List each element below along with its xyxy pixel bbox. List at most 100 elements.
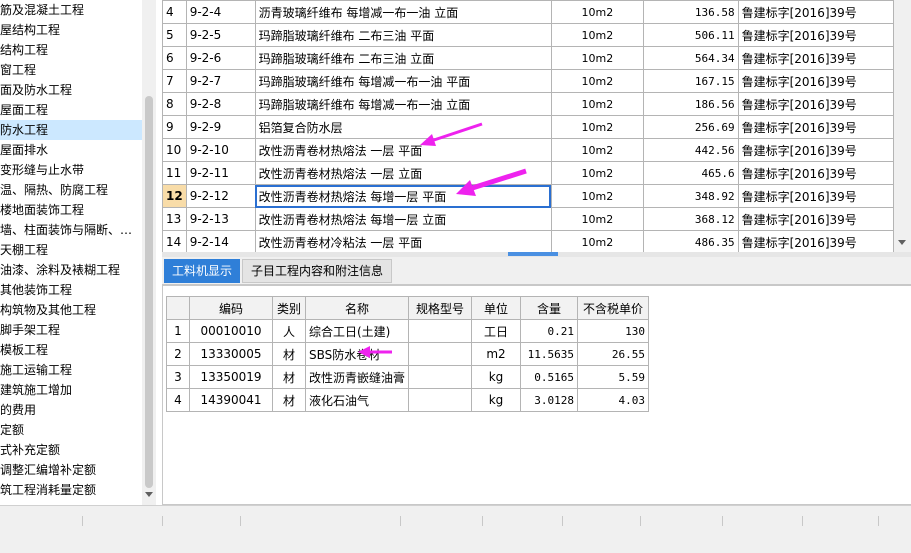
quota-code[interactable]: 9-2-4	[185, 0, 256, 24]
quota-unit[interactable]: 10m2	[550, 207, 645, 231]
tree-scrollbar[interactable]	[142, 0, 156, 505]
quota-price[interactable]: 442.56	[643, 138, 739, 162]
resource-name[interactable]: SBS防水卷材	[304, 342, 410, 366]
tree-item[interactable]: 屋面工程	[0, 100, 48, 120]
quota-row[interactable]: 13 9-2-13 改性沥青卷材热熔法 每增一层 立面 10m2 368.12 鲁建标字[…	[162, 207, 894, 231]
tree-item[interactable]: 温、隔热、防腐工程	[0, 180, 108, 200]
quota-unit[interactable]: 10m2	[550, 230, 645, 252]
quota-price[interactable]: 256.69	[643, 115, 739, 139]
quota-price[interactable]: 348.92	[643, 184, 739, 208]
quota-unit[interactable]: 10m2	[550, 46, 645, 70]
quota-unit[interactable]: 10m2	[550, 92, 645, 116]
quota-row[interactable]: 8 9-2-8 玛蹄脂玻璃纤维布 每增减一布一油 立面 10m2 186.56 鲁建标字[…	[162, 92, 894, 116]
tree-item[interactable]: 定额	[0, 420, 24, 440]
quota-name[interactable]: 改性沥青卷材冷粘法 一层 平面	[254, 230, 552, 252]
quota-name[interactable]: 玛蹄脂玻璃纤维布 二布三油 平面	[254, 23, 552, 47]
row-number[interactable]: 13	[162, 207, 187, 231]
resource-row[interactable]: 2 13330005 材 SBS防水卷材 m2 11.5635 26.55	[166, 342, 650, 366]
row-number[interactable]: 10	[162, 138, 187, 162]
resource-code[interactable]: 13330005	[189, 342, 273, 366]
resource-unit[interactable]: kg	[471, 365, 522, 389]
tree-item[interactable]: 建筑施工增加	[0, 380, 72, 400]
quota-basis[interactable]: 鲁建标字[2016]39号	[737, 23, 894, 47]
resource-price[interactable]: 4.03	[577, 388, 650, 412]
column-header[interactable]	[166, 296, 190, 320]
quota-code[interactable]: 9-2-11	[185, 161, 256, 185]
resource-row[interactable]: 4 14390041 材液化石油气 kg 3.0128 4.03	[166, 388, 650, 412]
quota-name[interactable]: 改性沥青卷材热熔法 每增一层 立面	[254, 207, 552, 231]
splitter-handle[interactable]	[508, 252, 558, 256]
quota-unit[interactable]: 10m2	[550, 23, 645, 47]
resource-code[interactable]: 14390041	[189, 388, 273, 412]
quota-name[interactable]: 玛蹄脂玻璃纤维布 每增减一布一油 平面	[254, 69, 552, 93]
quota-row[interactable]: 12 9-2-12 改性沥青卷材热熔法 每增一层 平面 10m2 348.92 鲁建标字[…	[162, 184, 894, 208]
resource-spec[interactable]	[408, 319, 473, 343]
quota-basis[interactable]: 鲁建标字[2016]39号	[737, 207, 894, 231]
quota-code[interactable]: 9-2-6	[185, 46, 256, 70]
quota-price[interactable]: 506.11	[643, 23, 739, 47]
tree-item[interactable]: 脚手架工程	[0, 320, 60, 340]
quota-name[interactable]: 玛蹄脂玻璃纤维布 二布三油 立面	[254, 46, 552, 70]
quota-basis[interactable]: 鲁建标字[2016]39号	[737, 115, 894, 139]
tree-item[interactable]: 面及防水工程	[0, 80, 72, 100]
resource-type[interactable]: 材	[272, 388, 306, 412]
resource-type[interactable]: 人	[272, 319, 306, 343]
resource-price[interactable]: 26.55	[577, 342, 650, 366]
row-number[interactable]: 5	[162, 23, 187, 47]
column-header[interactable]: 编码	[189, 296, 273, 320]
resource-quantity[interactable]: 11.5635	[520, 342, 579, 366]
quota-code[interactable]: 9-2-10	[185, 138, 256, 162]
resource-code[interactable]: 13350019	[189, 365, 273, 389]
row-number[interactable]: 12	[162, 184, 187, 208]
quota-basis[interactable]: 鲁建标字[2016]39号	[737, 69, 894, 93]
quota-unit[interactable]: 10m2	[550, 0, 645, 24]
resource-code[interactable]: 00010010	[189, 319, 273, 343]
row-number[interactable]: 7	[162, 69, 187, 93]
tree-scrollbar-thumb[interactable]	[145, 96, 153, 488]
tree-item[interactable]: 其他装饰工程	[0, 280, 72, 300]
column-header[interactable]: 类别	[272, 296, 306, 320]
quota-unit[interactable]: 10m2	[550, 161, 645, 185]
quota-price[interactable]: 465.6	[643, 161, 739, 185]
row-number[interactable]: 6	[162, 46, 187, 70]
quota-basis[interactable]: 鲁建标字[2016]39号	[737, 92, 894, 116]
tree-item[interactable]: 调整汇编增补定额	[0, 460, 96, 480]
column-header[interactable]: 名称	[304, 296, 410, 320]
resource-name[interactable]: 液化石油气	[304, 388, 410, 412]
quota-price[interactable]: 136.58	[643, 0, 739, 24]
quota-unit[interactable]: 10m2	[550, 115, 645, 139]
resource-spec[interactable]	[408, 342, 473, 366]
tree-item[interactable]: 油漆、涂料及裱糊工程	[0, 260, 120, 280]
tree-item[interactable]: 变形缝与止水带	[0, 160, 84, 180]
quota-basis[interactable]: 鲁建标字[2016]39号	[737, 46, 894, 70]
quota-name[interactable]: 改性沥青卷材热熔法 一层 立面	[254, 161, 552, 185]
scroll-down-arrow-icon[interactable]	[145, 492, 153, 497]
quota-price[interactable]: 167.15	[643, 69, 739, 93]
column-header[interactable]: 规格型号	[408, 296, 473, 320]
quota-price[interactable]: 564.34	[643, 46, 739, 70]
resource-price[interactable]: 130	[577, 319, 650, 343]
row-number[interactable]: 11	[162, 161, 187, 185]
tree-item[interactable]: 的费用	[0, 400, 36, 420]
row-number[interactable]: 3	[166, 365, 190, 389]
resource-unit[interactable]: m2	[471, 342, 522, 366]
resource-row[interactable]: 1 00010010 人综合工日(土建) 工日 0.21 130	[166, 319, 650, 343]
quota-price[interactable]: 368.12	[643, 207, 739, 231]
row-number[interactable]: 4	[162, 0, 187, 24]
quota-name[interactable]: 玛蹄脂玻璃纤维布 每增减一布一油 立面	[254, 92, 552, 116]
quota-code[interactable]: 9-2-14	[185, 230, 256, 252]
tree-item[interactable]: 施工运输工程	[0, 360, 72, 380]
quota-row[interactable]: 14 9-2-14 改性沥青卷材冷粘法 一层 平面 10m2 486.35 鲁建标字[20…	[162, 230, 894, 252]
quota-unit[interactable]: 10m2	[550, 69, 645, 93]
resource-price[interactable]: 5.59	[577, 365, 650, 389]
resource-quantity[interactable]: 3.0128	[520, 388, 579, 412]
quota-basis[interactable]: 鲁建标字[2016]39号	[737, 161, 894, 185]
tree-item[interactable]: 式补充定额	[0, 440, 60, 460]
tree-item[interactable]: 构筑物及其他工程	[0, 300, 96, 320]
tree-item[interactable]: 筋及混凝土工程	[0, 0, 84, 20]
quota-row[interactable]: 11 9-2-11 改性沥青卷材热熔法 一层 立面 10m2 465.6 鲁建标字[201…	[162, 161, 894, 185]
quota-name[interactable]: 铝箔复合防水层	[254, 115, 552, 139]
tree-item[interactable]: 窗工程	[0, 60, 36, 80]
tree-item[interactable]: 结构工程	[0, 40, 48, 60]
column-header[interactable]: 单位	[471, 296, 522, 320]
